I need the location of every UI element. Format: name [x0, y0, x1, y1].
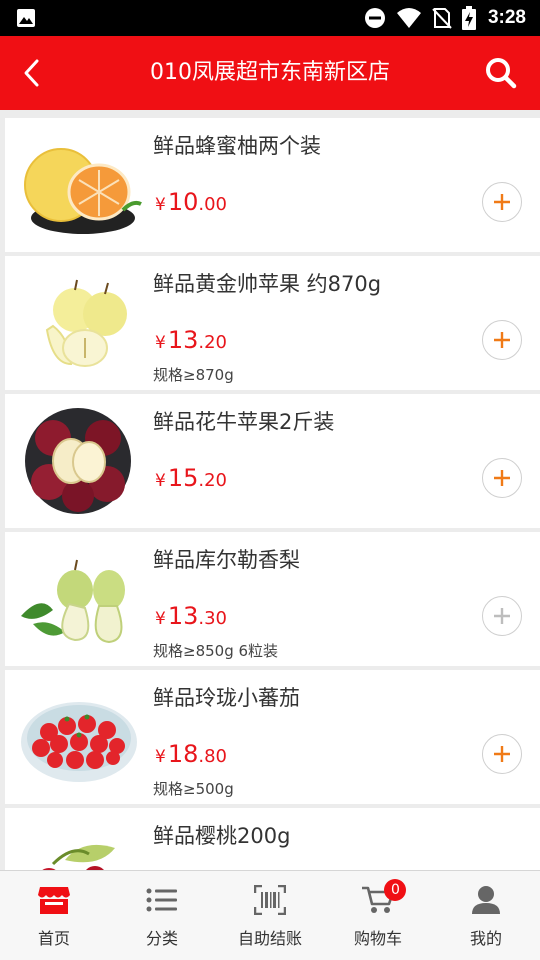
cart-count-badge: 0 [384, 879, 407, 901]
product-item[interactable]: 鲜品蜂蜜柚两个装 ¥10.00 [5, 118, 540, 252]
product-item[interactable]: 鲜品黄金帅苹果 约870g ¥13.20 规格≥870g [5, 256, 540, 390]
product-spec: 规格≥500g [153, 780, 234, 798]
add-to-cart-button-disabled[interactable] [482, 596, 522, 636]
wifi-icon [396, 8, 421, 28]
image-notification-icon [17, 9, 35, 27]
product-item[interactable]: 鲜品玲珑小蕃茄 ¥18.80 规格≥500g [5, 670, 540, 804]
tab-label: 自助结账 [237, 929, 302, 948]
app-header: 010凤展超市东南新区店 [0, 36, 540, 110]
battery-charging-icon [461, 6, 476, 30]
add-to-cart-button[interactable] [482, 734, 522, 774]
product-image-red-apple [25, 408, 131, 514]
tab-self-checkout[interactable]: 自助结账 [216, 871, 324, 960]
chevron-left-icon [24, 59, 39, 87]
product-name: 鲜品樱桃200g [153, 824, 291, 848]
search-icon [486, 58, 517, 89]
tab-label: 分类 [145, 929, 178, 948]
product-price: ¥10.00 [155, 188, 228, 216]
search-button[interactable] [478, 50, 524, 96]
dnd-icon [364, 8, 385, 28]
product-item[interactable]: 鲜品花牛苹果2斤装 ¥15.20 [5, 394, 540, 528]
plus-icon [494, 746, 510, 762]
product-image-pear [21, 559, 125, 644]
product-item[interactable]: 鲜品库尔勒香梨 ¥13.30 规格≥850g 6粒装 [5, 532, 540, 666]
clock: 3:28 [487, 7, 526, 28]
plus-icon [494, 470, 510, 486]
product-price: ¥18.80 [155, 740, 228, 768]
plus-icon [494, 608, 510, 624]
product-image-cherry [42, 844, 115, 870]
product-image-cherry-tomato [21, 702, 137, 782]
store-icon [38, 887, 70, 914]
product-item[interactable]: 鲜品樱桃200g [5, 808, 540, 870]
tab-category[interactable]: 分类 [108, 871, 216, 960]
product-name: 鲜品花牛苹果2斤装 [153, 410, 335, 434]
plus-icon [494, 194, 510, 210]
product-image-golden-apple [45, 279, 127, 367]
tab-label: 我的 [469, 929, 502, 948]
add-to-cart-button[interactable] [482, 320, 522, 360]
product-image-pomelo [24, 148, 142, 234]
product-name: 鲜品玲珑小蕃茄 [153, 686, 300, 710]
product-name: 鲜品黄金帅苹果 约870g [153, 272, 382, 296]
product-list[interactable]: 鲜品蜂蜜柚两个装 ¥10.00 鲜品黄金帅苹果 约870g ¥13.20 规格≥… [5, 118, 540, 870]
product-price: ¥15.20 [155, 464, 228, 492]
tab-label: 购物车 [353, 929, 402, 948]
product-name: 鲜品库尔勒香梨 [153, 548, 300, 572]
plus-icon [494, 332, 510, 348]
page-title: 010凤展超市东南新区店 [150, 60, 390, 85]
bottom-tab-bar: 首页 分类 自助结账 0 购物车 我的 [0, 870, 540, 960]
list-icon [146, 888, 177, 912]
status-bar: 3:28 [0, 0, 540, 36]
product-spec: 规格≥870g [153, 366, 234, 384]
add-to-cart-button[interactable] [482, 182, 522, 222]
barcode-icon [254, 885, 286, 915]
add-to-cart-button[interactable] [482, 458, 522, 498]
product-price: ¥13.30 [155, 602, 228, 630]
no-sim-icon [432, 8, 452, 29]
tab-profile[interactable]: 我的 [432, 871, 540, 960]
tab-home[interactable]: 首页 [0, 871, 108, 960]
tab-label: 首页 [37, 929, 70, 948]
back-button[interactable] [10, 48, 54, 98]
tab-cart[interactable]: 0 购物车 [324, 871, 432, 960]
product-name: 鲜品蜂蜜柚两个装 [153, 134, 321, 158]
product-price: ¥13.20 [155, 326, 228, 354]
user-icon [472, 886, 500, 914]
product-spec: 规格≥850g 6粒装 [153, 642, 279, 660]
